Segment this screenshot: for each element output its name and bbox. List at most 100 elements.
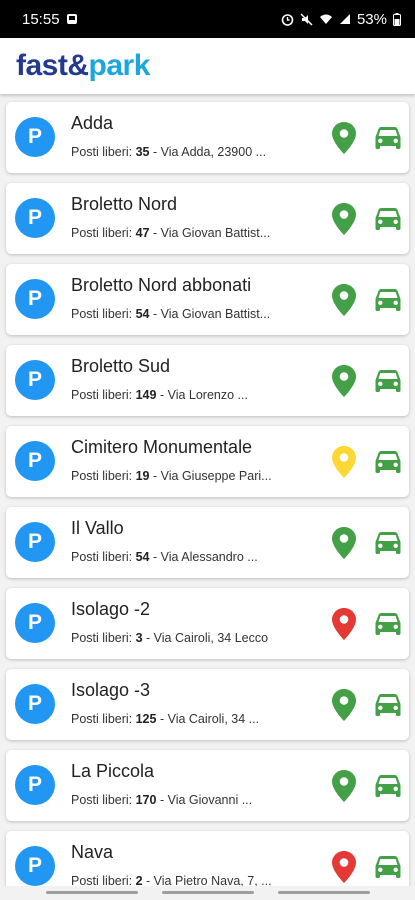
parking-address: - Via Adda, 23900 ... <box>149 145 267 159</box>
parking-details: Posti liberi: 2 - Via Pietro Nava, 7, ..… <box>71 874 321 886</box>
car-icon[interactable] <box>373 450 403 474</box>
car-icon[interactable] <box>373 531 403 555</box>
free-spots-label: Posti liberi: <box>71 874 136 886</box>
parking-card[interactable]: P Broletto Nord Posti liberi: 47 - Via Gio… <box>6 183 409 254</box>
location-pin-icon[interactable] <box>332 365 356 397</box>
free-spots-label: Posti liberi: <box>71 226 136 240</box>
parking-details: Posti liberi: 125 - Via Cairoli, 34 ... <box>71 712 321 726</box>
location-pin-icon[interactable] <box>332 770 356 802</box>
app-logo: fast&park <box>16 51 150 81</box>
nav-bar <box>0 886 415 900</box>
battery-icon <box>393 12 401 26</box>
car-icon[interactable] <box>373 369 403 393</box>
parking-details: Posti liberi: 47 - Via Giovan Battist... <box>71 226 321 240</box>
free-spots-label: Posti liberi: <box>71 793 136 807</box>
free-spots-label: Posti liberi: <box>71 469 136 483</box>
location-pin-icon[interactable] <box>332 689 356 721</box>
free-spots-count: 54 <box>135 550 150 564</box>
parking-address: - Via Cairoli, 34 Lecco <box>142 631 269 645</box>
free-spots-label: Posti liberi: <box>71 388 136 402</box>
parking-p-icon: P <box>15 117 55 157</box>
car-icon[interactable] <box>373 207 403 231</box>
free-spots-label: Posti liberi: <box>71 550 136 564</box>
free-spots-label: Posti liberi: <box>71 307 136 321</box>
parking-p-icon: P <box>15 603 55 643</box>
free-spots-count: 170 <box>135 793 157 807</box>
parking-card[interactable]: P Adda Posti liberi: 35 - Via Adda, 23900 … <box>6 102 409 173</box>
parking-name: Il Vallo <box>71 518 124 538</box>
wifi-icon <box>319 13 333 25</box>
location-pin-icon[interactable] <box>332 122 356 154</box>
parking-address: - Via Giuseppe Pari... <box>149 469 272 483</box>
parking-details: Posti liberi: 170 - Via Giovanni ... <box>71 793 321 807</box>
location-pin-icon[interactable] <box>332 203 356 235</box>
parking-details: Posti liberi: 19 - Via Giuseppe Pari... <box>71 469 321 483</box>
parking-list[interactable]: P Adda Posti liberi: 35 - Via Adda, 23900 … <box>0 94 415 886</box>
app-bar: fast&park <box>0 38 415 94</box>
nav-home-hint <box>162 891 254 894</box>
car-icon[interactable] <box>373 693 403 717</box>
parking-card[interactable]: P Broletto Sud Posti liberi: 149 - Via Lor… <box>6 345 409 416</box>
free-spots-count: 54 <box>135 307 150 321</box>
car-icon[interactable] <box>373 126 403 150</box>
parking-name: Broletto Nord <box>71 194 178 214</box>
parking-card[interactable]: P Il Vallo Posti liberi: 54 - Via Alessand… <box>6 507 409 578</box>
status-bar: 15:55 53% <box>0 0 415 38</box>
logo-amp: & <box>67 49 89 82</box>
free-spots-count: 3 <box>135 631 143 645</box>
notification-icon <box>66 13 78 25</box>
parking-name: Cimitero Monumentale <box>71 437 253 457</box>
location-pin-icon[interactable] <box>332 446 356 478</box>
parking-details: Posti liberi: 35 - Via Adda, 23900 ... <box>71 145 321 159</box>
parking-p-icon: P <box>15 522 55 562</box>
battery-percent: 53% <box>356 10 387 28</box>
alarm-icon <box>281 13 294 26</box>
parking-card[interactable]: P Nava Posti liberi: 2 - Via Pietro Nava, … <box>6 831 409 886</box>
parking-card[interactable]: P Isolago -2 Posti liberi: 3 - Via Cairoli… <box>6 588 409 659</box>
free-spots-label: Posti liberi: <box>71 712 136 726</box>
parking-address: - Via Giovanni ... <box>156 793 253 807</box>
location-pin-icon[interactable] <box>332 284 356 316</box>
parking-details: Posti liberi: 149 - Via Lorenzo ... <box>71 388 321 402</box>
location-pin-icon[interactable] <box>332 608 356 640</box>
location-pin-icon[interactable] <box>332 851 356 883</box>
free-spots-count: 2 <box>135 874 143 886</box>
parking-card[interactable]: P Isolago -3 Posti liberi: 125 - Via Cairo… <box>6 669 409 740</box>
parking-name: Adda <box>71 113 114 133</box>
parking-card[interactable]: P Cimitero Monumentale Posti liberi: 19 - … <box>6 426 409 497</box>
parking-name: Isolago -3 <box>71 680 151 700</box>
nav-recents-hint <box>46 891 138 894</box>
car-icon[interactable] <box>373 855 403 879</box>
parking-p-icon: P <box>15 846 55 886</box>
free-spots-count: 47 <box>135 226 150 240</box>
car-icon[interactable] <box>373 612 403 636</box>
free-spots-count: 125 <box>135 712 157 726</box>
nav-back-hint <box>278 891 370 894</box>
parking-address: - Via Alessandro ... <box>149 550 258 564</box>
free-spots-count: 19 <box>135 469 150 483</box>
parking-details: Posti liberi: 54 - Via Alessandro ... <box>71 550 321 564</box>
car-icon[interactable] <box>373 774 403 798</box>
location-pin-icon[interactable] <box>332 527 356 559</box>
parking-name: La Piccola <box>71 761 155 781</box>
parking-card[interactable]: P La Piccola Posti liberi: 170 - Via Giova… <box>6 750 409 821</box>
parking-p-icon: P <box>15 198 55 238</box>
parking-p-icon: P <box>15 360 55 400</box>
parking-address: - Via Giovan Battist... <box>149 226 271 240</box>
parking-address: - Via Lorenzo ... <box>156 388 248 402</box>
parking-address: - Via Cairoli, 34 ... <box>156 712 260 726</box>
car-icon[interactable] <box>373 288 403 312</box>
status-time: 15:55 <box>22 10 60 28</box>
parking-p-icon: P <box>15 279 55 319</box>
parking-card[interactable]: P Broletto Nord abbonati Posti liberi: 54 … <box>6 264 409 335</box>
parking-name: Broletto Nord abbonati <box>71 275 252 295</box>
parking-name: Nava <box>71 842 114 862</box>
parking-address: - Via Pietro Nava, 7, ... <box>142 874 272 886</box>
parking-p-icon: P <box>15 441 55 481</box>
signal-icon <box>339 13 351 25</box>
parking-details: Posti liberi: 3 - Via Cairoli, 34 Lecco <box>71 631 321 645</box>
free-spots-label: Posti liberi: <box>71 631 136 645</box>
logo-park: park <box>88 49 151 82</box>
parking-p-icon: P <box>15 765 55 805</box>
logo-fast: fast <box>16 49 68 82</box>
